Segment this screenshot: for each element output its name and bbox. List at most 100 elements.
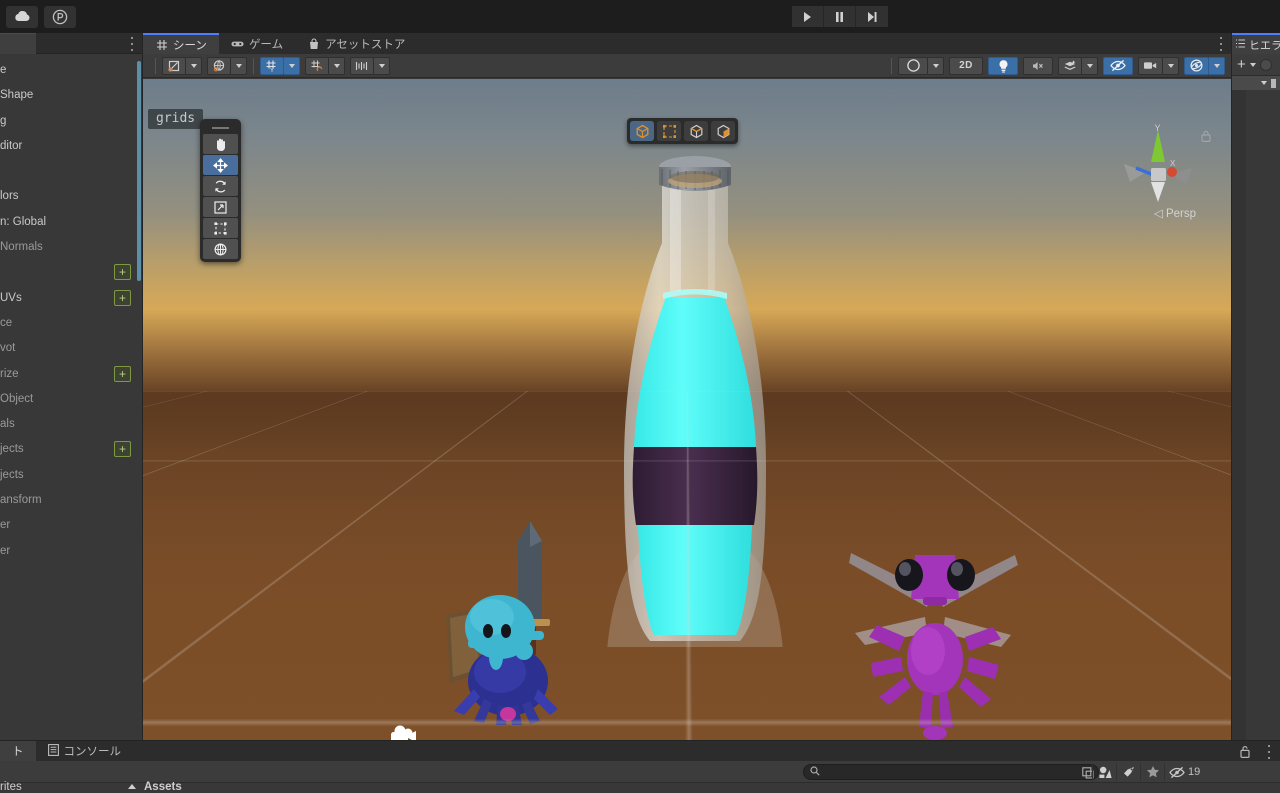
column-assets[interactable]: Assets — [144, 781, 182, 793]
inspector-row[interactable]: er — [0, 539, 142, 564]
camera-caret[interactable] — [231, 57, 247, 75]
inspector-row[interactable]: Normals — [0, 235, 142, 260]
inspector-row[interactable]: jects+ — [0, 437, 142, 462]
hierarchy-search-button[interactable] — [1260, 59, 1272, 71]
add-gameobject-button[interactable]: + — [1237, 58, 1246, 72]
inspector-row[interactable]: er — [0, 513, 142, 538]
object-mode-button[interactable] — [630, 121, 654, 141]
search-input[interactable] — [820, 766, 1070, 778]
hidden-objects-icon[interactable] — [1164, 763, 1188, 781]
snap-increment-caret[interactable] — [374, 57, 390, 75]
inspector-row[interactable]: n: Global — [0, 210, 142, 235]
step-button[interactable] — [856, 6, 888, 27]
gizmos-toggle[interactable] — [1184, 57, 1225, 75]
inspector-add-button[interactable]: + — [114, 290, 131, 306]
gizmos-globe-icon — [1184, 57, 1209, 75]
fx-caret[interactable] — [1082, 57, 1098, 75]
scene-viewport[interactable]: grids — [143, 79, 1231, 740]
project-panel-kebab-menu[interactable] — [1267, 745, 1271, 759]
tab-console[interactable]: コンソール — [36, 741, 134, 761]
tab-hierarchy[interactable]: ヒエラ — [1232, 33, 1280, 54]
inspector-row[interactable]: + — [0, 260, 142, 285]
search-input-wrapper[interactable] — [803, 764, 1099, 780]
tab-project[interactable]: ト — [0, 741, 36, 761]
potion-bottle[interactable] — [590, 147, 800, 647]
scene-view-camera-dropdown[interactable] — [207, 57, 247, 75]
inspector-add-button[interactable]: + — [114, 264, 131, 280]
inspector-row[interactable]: lors — [0, 184, 142, 209]
draw-mode-dropdown[interactable] — [162, 57, 202, 75]
column-favorites[interactable]: rites — [0, 781, 22, 793]
inspector-row[interactable]: als — [0, 412, 142, 437]
inspector-row[interactable]: ditor — [0, 134, 142, 159]
tab-asset-store[interactable]: アセットストア — [295, 33, 417, 54]
grid-snapping-toggle[interactable] — [305, 57, 345, 75]
tab-scene[interactable]: シーン — [143, 33, 219, 54]
inspector-add-button[interactable]: + — [114, 441, 131, 457]
scene-view-kebab-menu[interactable] — [1219, 37, 1223, 51]
scene-visibility-dropdown[interactable] — [898, 57, 944, 75]
scene-visibility-toggle[interactable] — [1103, 57, 1133, 75]
tab-game[interactable]: ゲーム — [219, 33, 295, 54]
inspector-row[interactable] — [0, 159, 142, 184]
grid-caret[interactable] — [284, 57, 300, 75]
purple-wasp-creature[interactable] — [843, 541, 1023, 740]
shape-filter-icon[interactable] — [1092, 763, 1116, 781]
scene-audio-toggle[interactable] — [1023, 57, 1053, 75]
inspector-row[interactable]: g — [0, 109, 142, 134]
camera-gizmo-icon[interactable] — [389, 724, 425, 740]
inspector-row[interactable]: ansform — [0, 488, 142, 513]
blue-spider-knight[interactable] — [438, 499, 588, 729]
tool-palette-drag-handle[interactable] — [203, 122, 238, 133]
scene-fx-dropdown[interactable] — [1058, 57, 1098, 75]
hand-tool-button[interactable] — [203, 134, 238, 154]
inspector-row[interactable]: ce — [0, 311, 142, 336]
rotate-tool-button[interactable] — [203, 176, 238, 196]
gizmo-lock-icon[interactable] — [1201, 130, 1211, 142]
cloud-icon[interactable] — [6, 6, 38, 28]
package-manager-icon[interactable] — [44, 6, 76, 28]
sort-ascending-icon[interactable] — [128, 784, 136, 789]
scale-tool-button[interactable] — [203, 197, 238, 217]
inspector-row[interactable]: Object — [0, 387, 142, 412]
scene-camera-settings[interactable] — [1138, 57, 1179, 75]
inspector-kebab-menu[interactable] — [130, 37, 134, 51]
inspector-row-label: Object — [0, 393, 33, 405]
project-panel-tabbar: ト コンソール — [0, 740, 1280, 761]
inspector-row[interactable]: vot — [0, 336, 142, 361]
label-filter-icon[interactable] — [1116, 763, 1140, 781]
rect-tool-button[interactable] — [203, 218, 238, 238]
edge-mode-button[interactable] — [684, 121, 708, 141]
visibility-caret[interactable] — [928, 57, 944, 75]
inspector-tab[interactable] — [0, 33, 36, 54]
project-panel: ト コンソール — [0, 740, 1280, 793]
chevron-down-icon[interactable] — [1250, 63, 1256, 67]
inspector-add-button[interactable]: + — [114, 366, 131, 382]
perspective-label[interactable]: ◁ Persp — [1154, 206, 1196, 220]
toggle-2d-button[interactable]: 2D — [949, 57, 983, 75]
snap-increment-dropdown[interactable] — [350, 57, 390, 75]
transform-tool-button[interactable] — [203, 239, 238, 259]
inspector-row[interactable]: UVs + — [0, 286, 142, 311]
grid-visibility-toggle[interactable]: Y — [260, 57, 300, 75]
lock-icon[interactable] — [1240, 745, 1250, 758]
play-button[interactable] — [792, 6, 824, 27]
vertex-mode-button[interactable] — [657, 121, 681, 141]
inspector-row-label: UVs — [0, 292, 22, 304]
face-mode-button[interactable] — [711, 121, 735, 141]
inspector-row[interactable]: rize+ — [0, 362, 142, 387]
inspector-scrollbar[interactable] — [137, 61, 141, 281]
inspector-row[interactable]: Shape — [0, 83, 142, 108]
scene-lighting-toggle[interactable] — [988, 57, 1018, 75]
scene-icon — [1271, 79, 1276, 88]
camera-settings-caret[interactable] — [1163, 57, 1179, 75]
snapping-caret[interactable] — [329, 57, 345, 75]
inspector-row[interactable]: e — [0, 58, 142, 83]
inspector-row[interactable]: jects — [0, 463, 142, 488]
hierarchy-scene-row[interactable] — [1232, 76, 1280, 90]
favorite-star-icon[interactable] — [1140, 763, 1164, 781]
gizmos-caret[interactable] — [1209, 57, 1225, 75]
pause-button[interactable] — [824, 6, 856, 27]
move-tool-button[interactable] — [203, 155, 238, 175]
draw-mode-caret[interactable] — [186, 57, 202, 75]
